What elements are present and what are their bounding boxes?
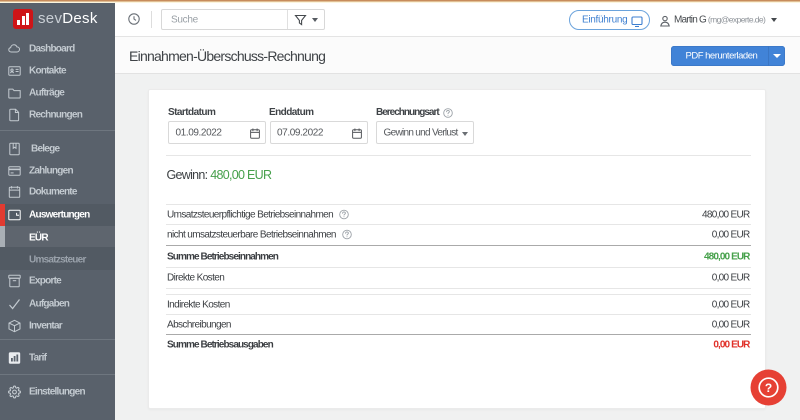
svg-text:?: ? [765,381,772,395]
